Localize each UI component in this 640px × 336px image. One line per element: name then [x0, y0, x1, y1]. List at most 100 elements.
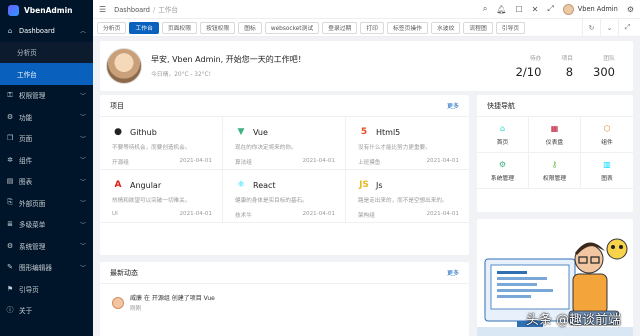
fold-icon[interactable]: ⤢ — [618, 18, 636, 37]
tab-0[interactable]: 分析页 — [97, 21, 127, 34]
search-icon[interactable]: ⌕ — [483, 4, 487, 14]
sidebar-item-7[interactable]: ▤ 图表 ﹀ — [0, 171, 93, 193]
sidebar-item-11[interactable]: ✎ 图形编辑器 ﹀ — [0, 257, 93, 279]
breadcrumb-item-current: 工作台 — [158, 6, 178, 14]
tab-9[interactable]: 水波纹 — [430, 21, 461, 34]
sidebar-item-label: 权限管理 — [19, 92, 46, 101]
quick-nav-label: 图表 — [601, 175, 613, 182]
project-more-link[interactable]: 更多 — [447, 101, 459, 110]
project-item[interactable]: A Angular 热情和欲望可以突破一切难关。 UI 2021-04-01 — [100, 170, 223, 223]
sidebar-item-label: 图形编辑器 — [19, 264, 52, 273]
project-group: 开源组 — [112, 160, 129, 166]
user-dropdown[interactable]: Vben Admin — [562, 3, 618, 15]
sidebar-item-8[interactable]: ⎘ 外部页面 ﹀ — [0, 192, 93, 214]
refresh-icon[interactable]: ↻ — [582, 18, 600, 37]
menu-fold-icon[interactable]: ☰ — [99, 5, 106, 14]
sidebar-item-10[interactable]: ⚙ 系统管理 ﹀ — [0, 235, 93, 257]
home-icon: ⌂ — [7, 26, 13, 35]
project-item[interactable]: ⚛ React 健康的身体是实目标的基石。 技术牛 2021-04-01 — [223, 170, 346, 223]
quick-nav-item[interactable]: ⚙ 系统管理 — [477, 153, 529, 189]
project-name: Js — [376, 180, 383, 190]
sidebar-item-5[interactable]: ❐ 页面 ﹀ — [0, 128, 93, 150]
setting-icon: ⚙ — [498, 159, 507, 169]
activity-more-link[interactable]: 更多 — [447, 268, 459, 277]
tab-bar: 分析页 工作台 页面权限 按钮权限 图标 websocket测试 登录过期 打印 标签页操作 水波… — [93, 18, 640, 37]
chevron-down-icon: ﹀ — [79, 264, 86, 272]
html5-icon: 5 — [360, 127, 368, 137]
chevron-down-icon: ﹀ — [79, 135, 86, 143]
sidebar-item-6[interactable]: ✲ 组件 ﹀ — [0, 149, 93, 171]
avatar — [106, 48, 142, 84]
quick-nav-card: 快捷导航 ⌂ 首页 ▦ 仪表盘 ⬡ 组件 ⚙ 系统管理 ⚷ 权限管理 ▥ 图表 — [477, 95, 633, 212]
document-icon[interactable]: ☐ — [516, 5, 523, 14]
sidebar-item-label: 引导页 — [19, 285, 39, 294]
sidebar-item-label: 多级菜单 — [19, 221, 46, 230]
chart-icon: ▤ — [6, 177, 14, 186]
tab-11[interactable]: 引导页 — [495, 21, 526, 34]
tab-5[interactable]: websocket测试 — [264, 21, 320, 34]
tab-1[interactable]: 工作台 — [129, 21, 159, 34]
activity-text: 威廉 在 开源组 创建了项目 Vue — [130, 295, 215, 302]
sidebar-item-1[interactable]: 分析页 — [0, 42, 93, 64]
welcome-greeting: 早安, Vben Admin, 开始您一天的工作吧！ — [151, 55, 306, 64]
project-item[interactable]: JS Js 路是走出来的，而不是空想出来的。 架构组 2021-04-01 — [346, 170, 469, 223]
quick-nav-item[interactable]: ▥ 图表 — [581, 153, 633, 189]
dashboard-icon: ▦ — [550, 123, 559, 133]
project-item[interactable]: ● Github 不要等待机会，而要创造机会。 开源组 2021-04-01 — [100, 117, 223, 170]
activity-item: 威廉 在 开源组 创建了项目 Vue 刚刚 — [100, 284, 469, 312]
vue-icon: ▼ — [237, 127, 245, 137]
settings-icon[interactable]: ⚙ — [627, 5, 634, 14]
sidebar-item-2[interactable]: 工作台 — [0, 63, 93, 85]
key-icon: ⚷ — [551, 159, 558, 169]
tab-3[interactable]: 按钮权限 — [200, 21, 236, 34]
project-description: 没有什么才能比努力更重要。 — [358, 145, 431, 151]
sidebar-item-label: 系统管理 — [19, 242, 46, 251]
quick-nav-item[interactable]: ⚷ 权限管理 — [529, 153, 581, 189]
quick-nav-item[interactable]: ▦ 仪表盘 — [529, 117, 581, 153]
sidebar-item-label: 组件 — [19, 156, 33, 165]
tab-7[interactable]: 打印 — [360, 21, 384, 34]
sidebar-item-12[interactable]: ⚑ 引导页 — [0, 278, 93, 300]
tab-menu-chevron-icon[interactable]: ⌄ — [600, 18, 618, 37]
chevron-down-icon: ﹀ — [79, 92, 86, 100]
quick-nav-label: 权限管理 — [542, 175, 567, 182]
breadcrumb-item-dashboard[interactable]: Dashboard — [114, 6, 150, 14]
sidebar: VbenAdmin ⌂ Dashboard ︿ 分析页 工作台 ⚿ 权限管理 ﹀ ⚙ 功能 ﹀ ❐ 页面… — [0, 0, 93, 336]
sidebar-item-label: 工作台 — [17, 70, 37, 79]
project-item[interactable]: 5 Html5 没有什么才能比努力更重要。 上班摸鱼 2021-04-01 — [346, 117, 469, 170]
project-group: 架构组 — [358, 213, 375, 219]
project-group: UI — [112, 211, 118, 217]
sidebar-item-4[interactable]: ⚙ 功能 ﹀ — [0, 106, 93, 128]
chevron-down-icon: ﹀ — [79, 200, 86, 208]
app-title: VbenAdmin — [24, 5, 73, 15]
sidebar-item-13[interactable]: ⓘ 关于 — [0, 300, 93, 322]
fullscreen-icon[interactable]: ⤢ — [547, 4, 553, 14]
activity-card: 最新动态 更多 威廉 在 开源组 创建了项目 Vue 刚刚 — [100, 262, 469, 336]
project-item[interactable]: ▼ Vue 现在的你决定将来的你。 算法组 2021-04-01 — [223, 117, 346, 170]
chevron-down-icon: ﹀ — [79, 221, 86, 229]
tab-6[interactable]: 登录过期 — [322, 21, 358, 34]
tab-8[interactable]: 标签页操作 — [386, 21, 428, 34]
sidebar-item-3[interactable]: ⚿ 权限管理 ﹀ — [0, 85, 93, 107]
github-icon: ● — [114, 127, 122, 137]
project-description: 热情和欲望可以突破一切难关。 — [112, 198, 191, 204]
menu-icon: ≣ — [7, 220, 13, 229]
page-icon: ❐ — [6, 134, 14, 143]
tab-2[interactable]: 页面权限 — [161, 21, 198, 34]
app-logo[interactable]: VbenAdmin — [0, 0, 93, 20]
sidebar-item-9[interactable]: ≣ 多级菜单 ﹀ — [0, 214, 93, 236]
quick-nav-item[interactable]: ⬡ 组件 — [581, 117, 633, 153]
quick-nav-item[interactable]: ⌂ 首页 — [477, 117, 529, 153]
avatar — [562, 3, 574, 15]
component-icon: ⬡ — [603, 123, 611, 133]
sidebar-item-label: 外部页面 — [19, 199, 46, 208]
activity-time: 刚刚 — [130, 306, 142, 312]
tab-10[interactable]: 流程图 — [463, 21, 493, 34]
sidebar-item-label: 关于 — [19, 307, 33, 316]
sidebar-item-0[interactable]: ⌂ Dashboard ︿ — [0, 20, 93, 42]
project-description: 不要等待机会，而要创造机会。 — [112, 145, 191, 151]
tab-4[interactable]: 图标 — [238, 21, 262, 34]
language-icon[interactable]: ✕ — [532, 5, 539, 14]
notification-bell-icon[interactable]: 🔔︎ — [496, 5, 506, 14]
project-name: Angular — [130, 180, 162, 190]
